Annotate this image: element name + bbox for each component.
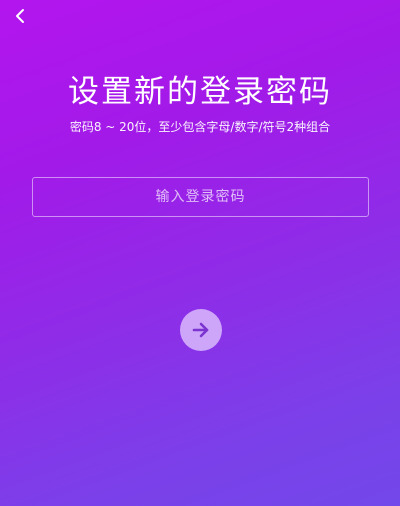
- password-input[interactable]: [32, 177, 369, 217]
- next-button[interactable]: [180, 309, 222, 351]
- chevron-left-icon: [16, 9, 24, 23]
- page-title: 设置新的登录密码: [68, 74, 332, 110]
- reset-password-screen: 设置新的登录密码 密码8 ~ 20位，至少包含字母/数字/符号2种组合: [0, 0, 400, 506]
- password-rules-hint: 密码8 ~ 20位，至少包含字母/数字/符号2种组合: [69, 120, 331, 134]
- back-button[interactable]: [6, 4, 34, 28]
- arrow-right-icon: [192, 322, 209, 338]
